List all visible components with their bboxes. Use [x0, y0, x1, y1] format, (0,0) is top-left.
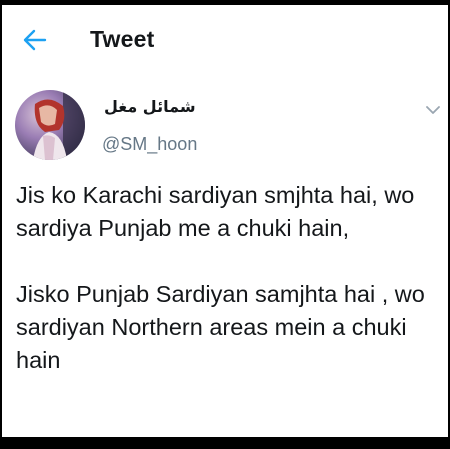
- tweet-options-button[interactable]: [422, 99, 444, 121]
- tweet-paragraph: Jis ko Karachi sardiyan smjhta hai, wo s…: [16, 182, 415, 241]
- top-bar: Tweet: [2, 5, 448, 75]
- tweet-text: Jis ko Karachi sardiyan smjhta hai, wo s…: [16, 179, 441, 377]
- author-display-name[interactable]: شمائل مغل: [104, 97, 196, 116]
- chevron-down-icon: [426, 105, 440, 114]
- avatar[interactable]: [15, 90, 85, 160]
- back-button[interactable]: [22, 27, 48, 53]
- arrow-left-icon: [23, 29, 47, 51]
- author-handle[interactable]: @SM_hoon: [102, 134, 197, 155]
- tweet-screen: Tweet شمائل مغل @SM_hoon Jis ko Karachi …: [2, 5, 448, 437]
- avatar-image: [15, 90, 85, 160]
- tweet-paragraph: Jisko Punjab Sardiyan samjhta hai , wo s…: [16, 281, 425, 373]
- page-title: Tweet: [90, 26, 155, 52]
